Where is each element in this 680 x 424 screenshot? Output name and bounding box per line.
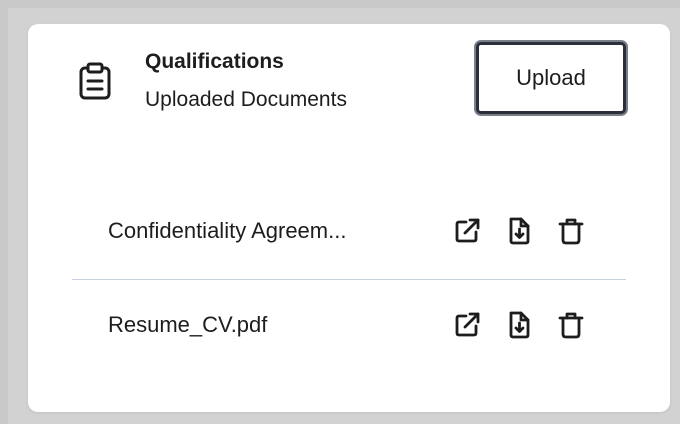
card-subtitle: Uploaded Documents [145,88,347,111]
row-divider [72,279,626,280]
qualifications-card: Qualifications Uploaded Documents Upload… [28,24,670,412]
document-row: Confidentiality Agreem... [72,202,626,262]
trash-icon[interactable] [556,216,586,246]
trash-icon[interactable] [556,310,586,340]
clipboard-icon [78,62,112,100]
download-file-icon[interactable] [504,310,534,340]
document-name: Confidentiality Agreem... [108,218,347,243]
download-file-icon[interactable] [504,216,534,246]
open-external-icon[interactable] [452,216,482,246]
document-name: Resume_CV.pdf [108,312,268,337]
document-row: Resume_CV.pdf [72,296,626,356]
upload-button[interactable]: Upload [476,42,626,114]
open-external-icon[interactable] [452,310,482,340]
card-title: Qualifications [145,50,284,73]
